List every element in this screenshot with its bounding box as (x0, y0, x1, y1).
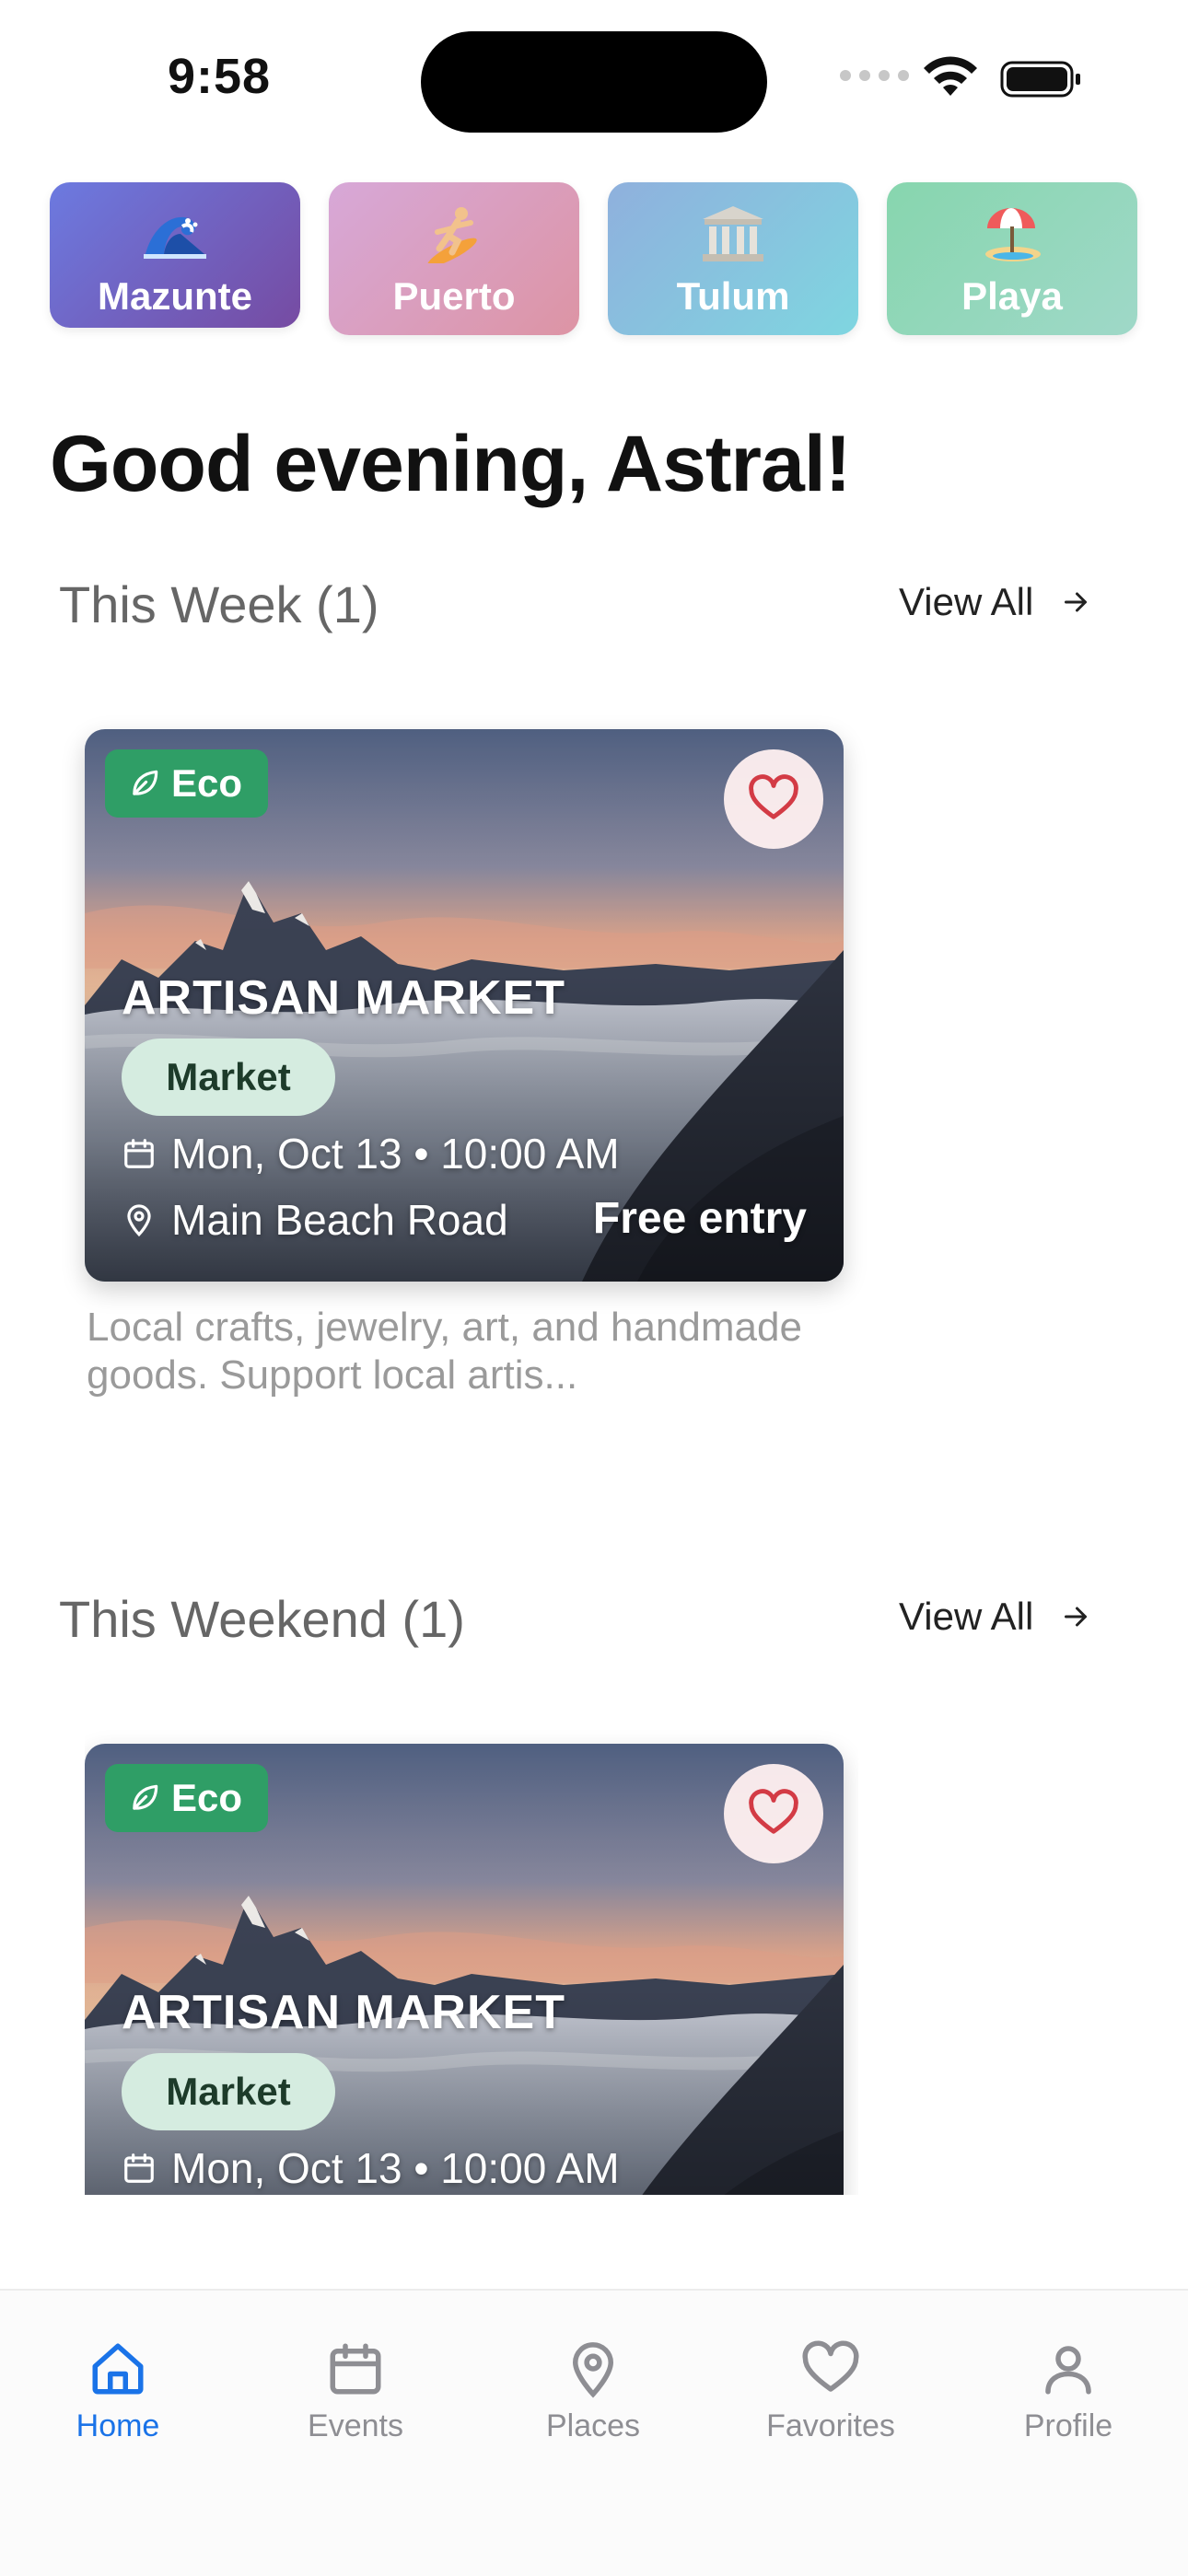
tab-label: Favorites (766, 2408, 895, 2443)
tab-label: Events (308, 2408, 403, 2443)
cellular-signal-icon (840, 70, 909, 81)
greeting-title: Good evening, Astral! (50, 420, 851, 508)
event-category-tag: Market (122, 1039, 335, 1116)
leaf-icon (133, 1784, 158, 1810)
city-chip-label: Playa (961, 274, 1063, 318)
battery-icon (1000, 61, 1080, 98)
favorite-button[interactable] (724, 1764, 823, 1863)
event-description: Local crafts, jewelry, art, and handmade… (87, 1305, 802, 1398)
section-title-this-weekend: This Weekend (1) (59, 1590, 465, 1648)
heart-icon (802, 2340, 859, 2392)
event-location-row: Main Beach Road (122, 1195, 508, 1245)
tab-profile[interactable]: Profile (967, 2338, 1170, 2444)
wifi-icon (924, 56, 977, 96)
event-card-viewport: Eco ARTISAN MARKET Market Mon, Oct 13 • … (85, 1722, 858, 2195)
calendar-icon (330, 2343, 381, 2395)
eco-badge-label: Eco (171, 761, 243, 805)
heart-icon (749, 1789, 798, 1834)
city-chip-label: Puerto (392, 274, 516, 318)
surfer-icon (421, 204, 487, 263)
status-time: 9:58 (168, 49, 272, 104)
city-chip-label: Mazunte (98, 274, 252, 318)
city-chips: Mazunte Puerto Tulum Playa (50, 182, 1138, 339)
person-icon (1045, 2346, 1091, 2395)
beach-umbrella-icon (979, 204, 1045, 263)
event-title: ARTISAN MARKET (122, 971, 565, 1025)
eco-badge: Eco (105, 1764, 269, 1832)
event-location: Main Beach Road (171, 1196, 508, 1244)
location-pin-icon (127, 1204, 151, 1237)
tab-favorites[interactable]: Favorites (729, 2338, 932, 2444)
city-chip-mazunte[interactable]: Mazunte (50, 182, 300, 328)
event-card[interactable]: Eco ARTISAN MARKET Market Mon, Oct 13 • … (85, 729, 844, 1282)
city-chip-puerto[interactable]: Puerto (329, 182, 579, 335)
city-chip-label: Tulum (676, 274, 790, 318)
event-date-row: Mon, Oct 13 • 10:00 AM (122, 1129, 620, 1178)
view-all-button[interactable]: View All (899, 580, 1092, 624)
arrow-right-icon (1065, 1607, 1088, 1627)
arrow-right-icon (1065, 592, 1088, 612)
home-icon (92, 2343, 144, 2395)
heart-icon (749, 774, 798, 819)
event-date-row: Mon, Oct 13 • 10:00 AM (122, 2143, 620, 2193)
event-category-tag: Market (122, 2053, 335, 2130)
location-pin-icon (572, 2342, 614, 2398)
view-all-button[interactable]: View All (899, 1595, 1092, 1639)
tab-home[interactable]: Home (17, 2338, 219, 2444)
status-bar: 9:58 (0, 0, 1188, 157)
temple-icon (700, 204, 766, 263)
calendar-icon (124, 2153, 154, 2183)
favorite-button[interactable] (724, 749, 823, 849)
tab-label: Home (76, 2408, 160, 2443)
event-date: Mon, Oct 13 • 10:00 AM (171, 1130, 620, 1178)
tab-events[interactable]: Events (254, 2338, 457, 2444)
event-date: Mon, Oct 13 • 10:00 AM (171, 2144, 620, 2192)
city-chip-playa[interactable]: Playa (887, 182, 1137, 335)
bottom-tab-bar: Home Events Places Favorites Profile (0, 2289, 1188, 2576)
tab-places[interactable]: Places (492, 2338, 694, 2444)
tab-label: Places (545, 2408, 641, 2443)
calendar-icon (124, 1139, 154, 1168)
eco-badge: Eco (105, 749, 269, 818)
view-all-label: View All (899, 1595, 1034, 1638)
leaf-icon (133, 770, 158, 795)
wave-icon (142, 204, 208, 263)
event-title: ARTISAN MARKET (122, 1986, 565, 2039)
tab-label: Profile (1023, 2408, 1113, 2443)
section-title-this-week: This Week (1) (59, 575, 379, 633)
event-card[interactable]: Eco ARTISAN MARKET Market Mon, Oct 13 • … (85, 1744, 844, 2195)
city-chip-tulum[interactable]: Tulum (608, 182, 858, 335)
event-price: Free entry (592, 1194, 807, 1243)
dynamic-island (421, 31, 767, 133)
eco-badge-label: Eco (171, 1776, 243, 1819)
view-all-label: View All (899, 580, 1034, 623)
